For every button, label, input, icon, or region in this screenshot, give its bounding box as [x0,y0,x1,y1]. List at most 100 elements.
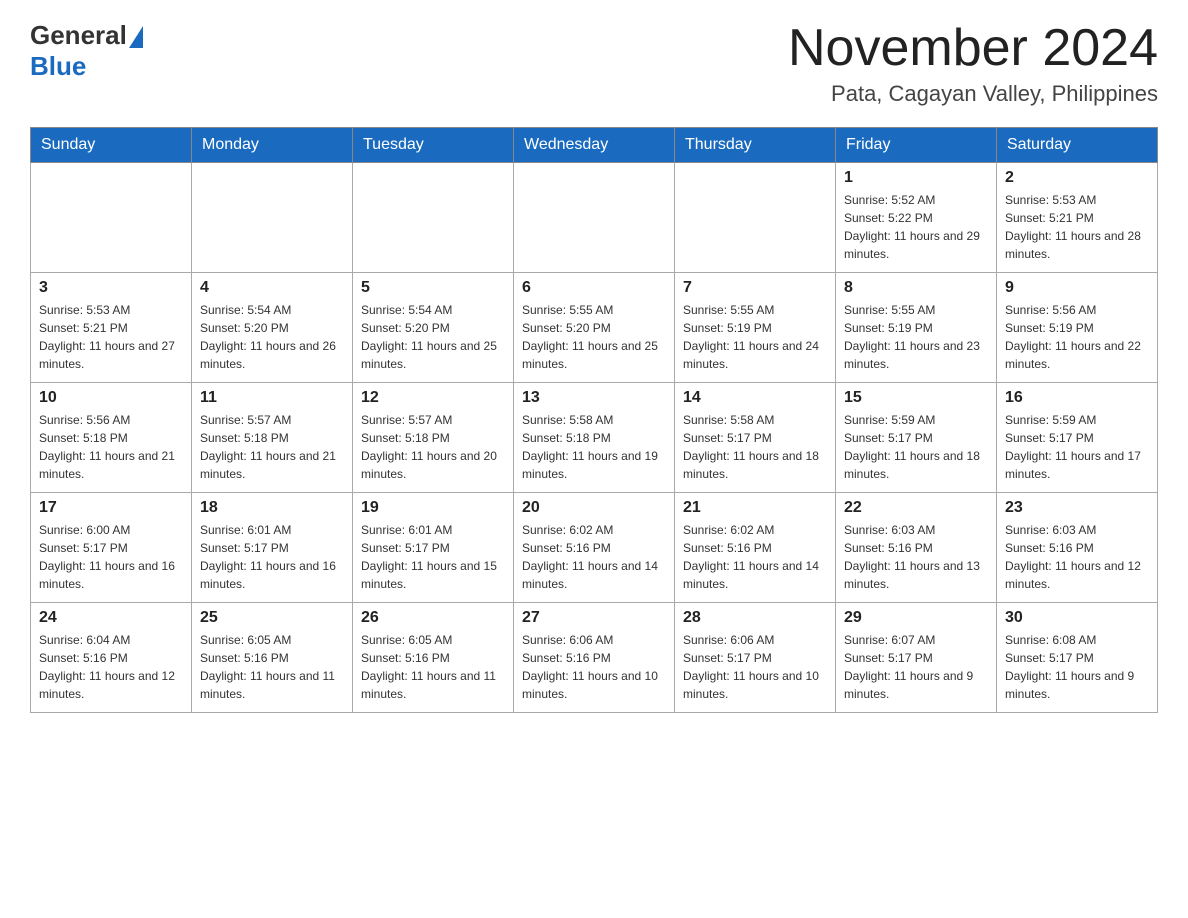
calendar-cell: 24 Sunrise: 6:04 AMSunset: 5:16 PMDayligh… [31,603,192,713]
day-number: 28 [683,609,827,627]
day-info: Sunrise: 5:56 AMSunset: 5:18 PMDaylight:… [39,411,183,483]
day-info: Sunrise: 5:53 AMSunset: 5:21 PMDaylight:… [39,301,183,373]
day-info: Sunrise: 5:56 AMSunset: 5:19 PMDaylight:… [1005,301,1149,373]
calendar-cell: 26 Sunrise: 6:05 AMSunset: 5:16 PMDayligh… [353,603,514,713]
day-number: 10 [39,389,183,407]
day-info: Sunrise: 5:55 AMSunset: 5:19 PMDaylight:… [844,301,988,373]
header-thursday: Thursday [675,128,836,163]
day-number: 15 [844,389,988,407]
day-number: 23 [1005,499,1149,517]
calendar-cell [514,163,675,273]
calendar-cell: 1Sunrise: 5:52 AMSunset: 5:22 PMDaylight… [836,163,997,273]
day-info: Sunrise: 6:01 AMSunset: 5:17 PMDaylight:… [200,521,344,593]
calendar-cell: 9 Sunrise: 5:56 AMSunset: 5:19 PMDaylight… [997,273,1158,383]
calendar-cell: 10 Sunrise: 5:56 AMSunset: 5:18 PMDayligh… [31,383,192,493]
calendar-cell: 11Sunrise: 5:57 AMSunset: 5:18 PMDayligh… [192,383,353,493]
logo-triangle-icon [129,26,143,48]
calendar-cell [675,163,836,273]
day-number: 19 [361,499,505,517]
day-number: 3 [39,279,183,297]
logo-blue-text: Blue [30,51,86,82]
calendar-cell: 20 Sunrise: 6:02 AMSunset: 5:16 PMDayligh… [514,493,675,603]
day-info: Sunrise: 5:58 AMSunset: 5:18 PMDaylight:… [522,411,666,483]
day-number: 26 [361,609,505,627]
calendar-cell: 15 Sunrise: 5:59 AMSunset: 5:17 PMDayligh… [836,383,997,493]
day-info: Sunrise: 5:57 AMSunset: 5:18 PMDaylight:… [361,411,505,483]
calendar-cell: 2Sunrise: 5:53 AMSunset: 5:21 PMDaylight… [997,163,1158,273]
day-info: Sunrise: 6:03 AMSunset: 5:16 PMDaylight:… [1005,521,1149,593]
calendar-cell [31,163,192,273]
calendar-cell: 21 Sunrise: 6:02 AMSunset: 5:16 PMDayligh… [675,493,836,603]
day-number: 30 [1005,609,1149,627]
calendar-cell: 8 Sunrise: 5:55 AMSunset: 5:19 PMDaylight… [836,273,997,383]
day-number: 1 [844,169,988,187]
day-number: 13 [522,389,666,407]
week-row-5: 24 Sunrise: 6:04 AMSunset: 5:16 PMDayligh… [31,603,1158,713]
day-info: Sunrise: 5:58 AMSunset: 5:17 PMDaylight:… [683,411,827,483]
calendar-cell: 13 Sunrise: 5:58 AMSunset: 5:18 PMDayligh… [514,383,675,493]
day-number: 18 [200,499,344,517]
header-monday: Monday [192,128,353,163]
day-number: 4 [200,279,344,297]
header-wednesday: Wednesday [514,128,675,163]
calendar-cell: 3 Sunrise: 5:53 AMSunset: 5:21 PMDaylight… [31,273,192,383]
header-tuesday: Tuesday [353,128,514,163]
header-saturday: Saturday [997,128,1158,163]
day-info: Sunrise: 5:54 AMSunset: 5:20 PMDaylight:… [361,301,505,373]
day-info: Sunrise: 5:59 AMSunset: 5:17 PMDaylight:… [1005,411,1149,483]
calendar-cell [192,163,353,273]
logo-general-text: General [30,20,127,51]
calendar-cell: 18 Sunrise: 6:01 AMSunset: 5:17 PMDayligh… [192,493,353,603]
day-number: 11 [200,389,344,407]
day-info: Sunrise: 6:00 AMSunset: 5:17 PMDaylight:… [39,521,183,593]
calendar-cell: 30Sunrise: 6:08 AMSunset: 5:17 PMDayligh… [997,603,1158,713]
calendar-cell: 25Sunrise: 6:05 AMSunset: 5:16 PMDayligh… [192,603,353,713]
day-info: Sunrise: 6:01 AMSunset: 5:17 PMDaylight:… [361,521,505,593]
day-number: 22 [844,499,988,517]
calendar-cell: 6Sunrise: 5:55 AMSunset: 5:20 PMDaylight… [514,273,675,383]
day-info: Sunrise: 6:04 AMSunset: 5:16 PMDaylight:… [39,631,183,703]
calendar-cell: 14 Sunrise: 5:58 AMSunset: 5:17 PMDayligh… [675,383,836,493]
day-number: 29 [844,609,988,627]
location-subtitle: Pata, Cagayan Valley, Philippines [788,81,1158,107]
calendar-cell: 7Sunrise: 5:55 AMSunset: 5:19 PMDaylight… [675,273,836,383]
calendar-cell: 27 Sunrise: 6:06 AMSunset: 5:16 PMDayligh… [514,603,675,713]
calendar-cell: 29 Sunrise: 6:07 AMSunset: 5:17 PMDayligh… [836,603,997,713]
day-number: 8 [844,279,988,297]
logo: General Blue [30,20,143,82]
title-block: November 2024 Pata, Cagayan Valley, Phil… [788,20,1158,107]
day-number: 24 [39,609,183,627]
header-sunday: Sunday [31,128,192,163]
day-number: 20 [522,499,666,517]
page-header: General Blue November 2024 Pata, Cagayan… [30,20,1158,107]
day-info: Sunrise: 5:59 AMSunset: 5:17 PMDaylight:… [844,411,988,483]
week-row-1: 1Sunrise: 5:52 AMSunset: 5:22 PMDaylight… [31,163,1158,273]
calendar-cell: 17 Sunrise: 6:00 AMSunset: 5:17 PMDayligh… [31,493,192,603]
day-number: 27 [522,609,666,627]
day-number: 25 [200,609,344,627]
day-number: 21 [683,499,827,517]
day-info: Sunrise: 6:06 AMSunset: 5:16 PMDaylight:… [522,631,666,703]
day-info: Sunrise: 6:07 AMSunset: 5:17 PMDaylight:… [844,631,988,703]
day-info: Sunrise: 5:55 AMSunset: 5:20 PMDaylight:… [522,301,666,373]
calendar-table: SundayMondayTuesdayWednesdayThursdayFrid… [30,127,1158,713]
day-number: 2 [1005,169,1149,187]
day-info: Sunrise: 6:06 AMSunset: 5:17 PMDaylight:… [683,631,827,703]
day-number: 9 [1005,279,1149,297]
month-year-title: November 2024 [788,20,1158,77]
day-number: 16 [1005,389,1149,407]
day-info: Sunrise: 6:05 AMSunset: 5:16 PMDaylight:… [361,631,505,703]
day-info: Sunrise: 5:54 AMSunset: 5:20 PMDaylight:… [200,301,344,373]
calendar-cell: 22Sunrise: 6:03 AMSunset: 5:16 PMDayligh… [836,493,997,603]
day-info: Sunrise: 6:02 AMSunset: 5:16 PMDaylight:… [522,521,666,593]
day-number: 5 [361,279,505,297]
calendar-cell: 28 Sunrise: 6:06 AMSunset: 5:17 PMDayligh… [675,603,836,713]
header-friday: Friday [836,128,997,163]
day-info: Sunrise: 6:02 AMSunset: 5:16 PMDaylight:… [683,521,827,593]
calendar-cell: 4 Sunrise: 5:54 AMSunset: 5:20 PMDaylight… [192,273,353,383]
calendar-cell: 16 Sunrise: 5:59 AMSunset: 5:17 PMDayligh… [997,383,1158,493]
day-info: Sunrise: 5:55 AMSunset: 5:19 PMDaylight:… [683,301,827,373]
weekday-header-row: SundayMondayTuesdayWednesdayThursdayFrid… [31,128,1158,163]
day-number: 14 [683,389,827,407]
day-number: 17 [39,499,183,517]
